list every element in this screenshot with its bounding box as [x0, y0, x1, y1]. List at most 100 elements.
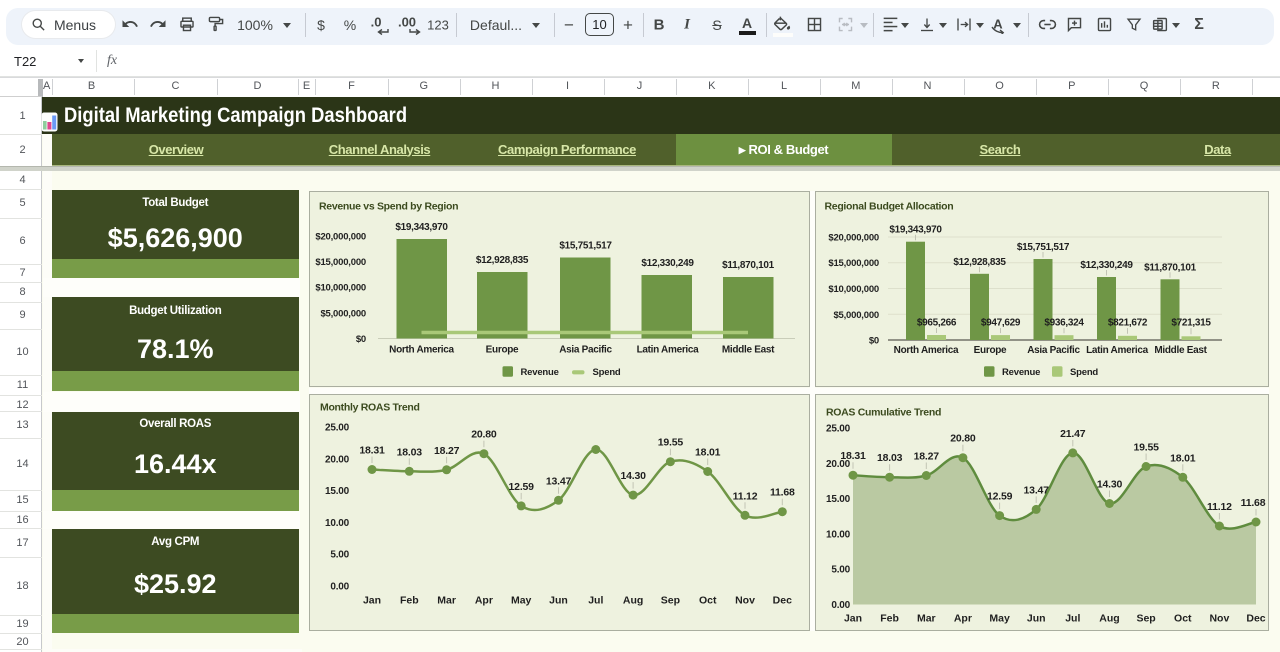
svg-text:$12,928,835: $12,928,835 — [476, 255, 529, 266]
svg-text:$0: $0 — [356, 334, 366, 345]
svg-text:20.80: 20.80 — [471, 429, 497, 441]
svg-text:13.47: 13.47 — [546, 475, 572, 487]
svg-text:Jan: Jan — [363, 595, 381, 607]
svg-text:0.00: 0.00 — [330, 582, 349, 593]
svg-text:$5,000,000: $5,000,000 — [320, 308, 366, 319]
svg-text:25.00: 25.00 — [826, 424, 851, 435]
svg-text:$12,330,249: $12,330,249 — [641, 258, 694, 269]
svg-text:11.12: 11.12 — [733, 490, 758, 502]
svg-text:12.59: 12.59 — [987, 491, 1013, 503]
svg-text:$11,870,101: $11,870,101 — [1144, 262, 1196, 273]
svg-text:Oct: Oct — [699, 595, 717, 607]
svg-text:Jun: Jun — [549, 595, 568, 607]
svg-text:Apr: Apr — [475, 595, 493, 607]
svg-text:$12,330,249: $12,330,249 — [1080, 260, 1133, 271]
svg-text:15.00: 15.00 — [826, 494, 851, 505]
svg-text:18.03: 18.03 — [397, 446, 423, 458]
svg-text:$19,343,970: $19,343,970 — [889, 225, 942, 236]
svg-text:18.31: 18.31 — [840, 450, 866, 462]
svg-text:$15,000,000: $15,000,000 — [828, 258, 879, 269]
svg-text:Aug: Aug — [623, 595, 643, 607]
svg-text:13.47: 13.47 — [1024, 484, 1050, 496]
svg-text:Mar: Mar — [437, 595, 456, 607]
svg-text:May: May — [989, 613, 1010, 625]
svg-text:Latin America: Latin America — [1086, 345, 1149, 356]
svg-text:$10,000,000: $10,000,000 — [315, 283, 366, 294]
svg-text:0.00: 0.00 — [831, 600, 850, 611]
svg-text:15.00: 15.00 — [325, 486, 350, 497]
svg-text:Sep: Sep — [661, 595, 680, 607]
svg-text:May: May — [511, 595, 532, 607]
svg-text:$15,751,517: $15,751,517 — [1017, 242, 1070, 253]
svg-text:11.12: 11.12 — [1207, 501, 1232, 513]
svg-text:Jan: Jan — [844, 613, 862, 625]
svg-text:Aug: Aug — [1099, 613, 1119, 625]
svg-text:ROAS Cumulative Trend: ROAS Cumulative Trend — [826, 407, 941, 419]
svg-text:$11,870,101: $11,870,101 — [722, 260, 774, 271]
svg-text:10.00: 10.00 — [826, 529, 851, 540]
svg-text:Europe: Europe — [974, 345, 1007, 356]
svg-text:$20,000,000: $20,000,000 — [315, 232, 366, 243]
svg-text:14.30: 14.30 — [620, 470, 646, 482]
svg-text:Nov: Nov — [1209, 613, 1229, 625]
svg-text:$5,000,000: $5,000,000 — [833, 310, 879, 321]
svg-text:$721,315: $721,315 — [1171, 318, 1211, 329]
svg-text:Oct: Oct — [1174, 613, 1192, 625]
svg-text:Middle East: Middle East — [1154, 345, 1207, 356]
svg-text:$821,672: $821,672 — [1108, 318, 1148, 329]
svg-text:Nov: Nov — [735, 595, 755, 607]
svg-text:Revenue: Revenue — [521, 367, 559, 378]
svg-text:18.27: 18.27 — [914, 451, 940, 463]
svg-text:Latin America: Latin America — [637, 345, 700, 356]
svg-text:Feb: Feb — [880, 613, 899, 625]
svg-text:Asia Pacific: Asia Pacific — [559, 345, 612, 356]
svg-text:$19,343,970: $19,343,970 — [395, 222, 448, 233]
svg-text:18.03: 18.03 — [877, 452, 903, 464]
svg-text:10.00: 10.00 — [325, 518, 350, 529]
svg-text:Spend: Spend — [1070, 367, 1098, 378]
svg-text:21.47: 21.47 — [1060, 428, 1086, 440]
svg-text:Asia Pacific: Asia Pacific — [1027, 345, 1080, 356]
svg-text:$15,000,000: $15,000,000 — [315, 257, 366, 268]
svg-text:11.68: 11.68 — [770, 487, 795, 499]
svg-text:25.00: 25.00 — [325, 423, 350, 434]
svg-text:Revenue vs Spend by Region: Revenue vs Spend by Region — [319, 201, 458, 213]
svg-text:20.00: 20.00 — [325, 454, 350, 465]
svg-text:Regional Budget Allocation: Regional Budget Allocation — [825, 201, 954, 213]
svg-text:Revenue: Revenue — [1002, 367, 1040, 378]
svg-text:Monthly ROAS Trend: Monthly ROAS Trend — [320, 402, 420, 414]
svg-text:18.31: 18.31 — [359, 445, 385, 457]
svg-text:Jul: Jul — [588, 595, 603, 607]
svg-text:$10,000,000: $10,000,000 — [828, 284, 879, 295]
svg-text:$20,000,000: $20,000,000 — [828, 233, 879, 244]
svg-text:Jul: Jul — [1065, 613, 1080, 625]
svg-text:14.30: 14.30 — [1097, 479, 1123, 491]
svg-text:$965,266: $965,266 — [917, 318, 957, 329]
svg-text:Middle East: Middle East — [722, 345, 775, 356]
svg-text:$0: $0 — [869, 336, 879, 347]
svg-text:18.01: 18.01 — [695, 447, 721, 459]
svg-text:18.01: 18.01 — [1170, 452, 1196, 464]
svg-text:5.00: 5.00 — [831, 565, 850, 576]
svg-text:11.68: 11.68 — [1241, 497, 1266, 509]
svg-text:North America: North America — [894, 345, 959, 356]
svg-text:Mar: Mar — [917, 613, 936, 625]
svg-text:$947,629: $947,629 — [981, 318, 1021, 329]
svg-text:Feb: Feb — [400, 595, 419, 607]
svg-text:19.55: 19.55 — [1133, 442, 1159, 454]
svg-text:Spend: Spend — [593, 367, 621, 378]
svg-text:North America: North America — [389, 345, 454, 356]
svg-text:Dec: Dec — [773, 595, 792, 607]
svg-text:$15,751,517: $15,751,517 — [559, 241, 612, 252]
svg-text:20.80: 20.80 — [950, 433, 976, 445]
svg-text:Sep: Sep — [1136, 613, 1155, 625]
svg-text:Apr: Apr — [954, 613, 972, 625]
svg-text:18.27: 18.27 — [434, 445, 460, 457]
svg-text:12.59: 12.59 — [509, 481, 535, 493]
svg-text:5.00: 5.00 — [330, 550, 349, 561]
svg-text:19.55: 19.55 — [658, 437, 684, 449]
svg-text:$12,928,835: $12,928,835 — [953, 257, 1006, 268]
svg-text:Jun: Jun — [1027, 613, 1046, 625]
svg-text:$936,324: $936,324 — [1044, 318, 1084, 329]
svg-text:Dec: Dec — [1246, 613, 1265, 625]
